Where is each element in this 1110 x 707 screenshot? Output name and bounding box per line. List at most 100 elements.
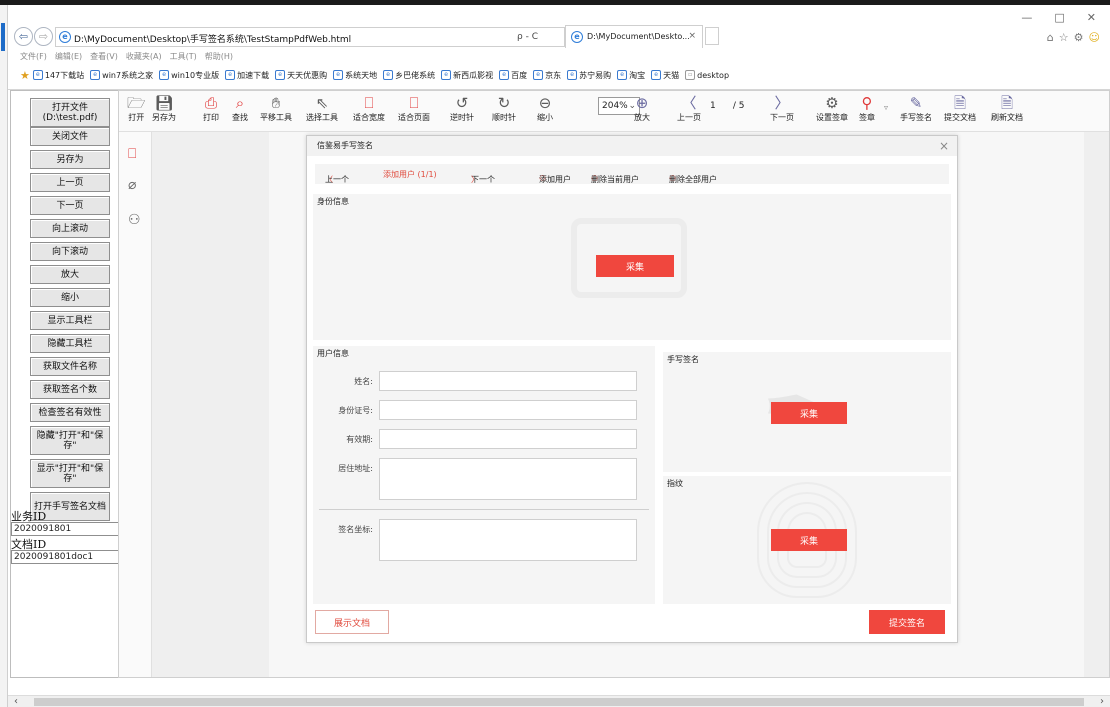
forward-button[interactable]: ⇨ — [34, 27, 53, 46]
minimize-icon[interactable]: — — [1021, 11, 1032, 24]
delete-current-label: 删除当前用户 — [591, 175, 639, 184]
toolbar-zoom-in[interactable]: ⊕ 放大 — [634, 94, 650, 123]
get-signature-count-button[interactable]: 获取签名个数 — [30, 380, 110, 399]
horizontal-scrollbar[interactable]: ‹ › — [8, 695, 1110, 707]
collect-identity-button[interactable]: 采集 — [596, 255, 674, 277]
menu-help[interactable]: 帮助(H) — [205, 52, 233, 61]
favorites-icon[interactable]: ☆ — [1059, 31, 1069, 44]
fav-item[interactable]: e 苏宁易购 — [567, 70, 611, 81]
valid-period-label: 有效期: — [346, 435, 373, 444]
search-refresh-icon[interactable]: ρ - C — [517, 32, 538, 42]
doc-id-field[interactable]: 2020091801doc1 — [11, 550, 129, 564]
close-file-button[interactable]: 关闭文件 — [30, 127, 110, 146]
open-file-button[interactable]: 打开文件 (D:\test.pdf) — [30, 98, 110, 127]
settings-gear-icon[interactable]: ⚙ — [1074, 31, 1084, 44]
toolbar-rotate-ccw[interactable]: ↺ 逆时针 — [450, 94, 474, 123]
hide-open-save-button[interactable]: 隐藏"打开"和"保存" — [30, 426, 110, 455]
toolbar-open[interactable]: 🗁 打开 — [127, 94, 146, 123]
menu-favorites[interactable]: 收藏夹(A) — [126, 52, 162, 61]
hide-toolbar-button[interactable]: 隐藏工具栏 — [30, 334, 110, 353]
fav-item[interactable]: e 新西瓜影视 — [441, 70, 493, 81]
fav-item[interactable]: e 天天优惠购 — [275, 70, 327, 81]
show-toolbar-button[interactable]: 显示工具栏 — [30, 311, 110, 330]
toolbar-sign-settings[interactable]: ⚙ 设置签章 — [816, 94, 848, 123]
toolbar-prev-page[interactable]: 〈上一页 — [677, 94, 701, 123]
valid-period-input[interactable] — [379, 429, 637, 449]
toolbar-stamp[interactable]: ⚲ 签章 — [859, 94, 875, 123]
toolbar-save-as[interactable]: 💾︎ 另存为 — [152, 94, 176, 123]
fav-item[interactable]: e 系统天地 — [333, 70, 377, 81]
toolbar-submit-doc[interactable]: 🗎︎ 提交文档 — [944, 94, 976, 123]
tab-close-icon[interactable]: × — [688, 31, 696, 41]
browser-tab[interactable]: e D:\MyDocument\Deskto... × — [565, 25, 703, 48]
menu-tools[interactable]: 工具(T) — [170, 52, 197, 61]
scroll-down-button[interactable]: 向下滚动 — [30, 242, 110, 261]
scroll-left-icon[interactable]: ‹ — [14, 696, 18, 707]
fav-item[interactable]: e win10专业版 — [159, 70, 219, 81]
fav-item[interactable]: e win7系统之家 — [90, 70, 153, 81]
id-number-input[interactable] — [379, 400, 637, 420]
toolbar-refresh-doc[interactable]: 🗎︎ 刷新文档 — [991, 94, 1023, 123]
toolbar-select-tool[interactable]: ⇖ 选择工具 — [306, 94, 338, 123]
menu-file[interactable]: 文件(F) — [20, 52, 47, 61]
maximize-icon[interactable]: □ — [1054, 11, 1064, 24]
fav-item[interactable]: e 天猫 — [651, 70, 679, 81]
business-id-field[interactable]: 2020091801 — [11, 522, 129, 536]
zoom-out-button[interactable]: 缩小 — [30, 288, 110, 307]
menu-edit[interactable]: 编辑(E) — [55, 52, 82, 61]
prev-page-button[interactable]: 上一页 — [30, 173, 110, 192]
scroll-right-icon[interactable]: › — [1100, 696, 1104, 707]
toolbar-fit-page[interactable]: ⎕ 适合页面 — [398, 94, 430, 123]
submit-signature-button[interactable]: 提交签名 — [869, 610, 945, 634]
zoom-in-button[interactable]: 放大 — [30, 265, 110, 284]
favorites-star-icon[interactable]: ★ — [20, 69, 30, 82]
scroll-up-button[interactable]: 向上滚动 — [30, 219, 110, 238]
toolbar-rotate-cw-label: 顺时针 — [492, 113, 516, 122]
scroll-thumb[interactable] — [34, 698, 1084, 706]
toolbar-find[interactable]: ⌕ 查找 — [232, 94, 248, 123]
feedback-smiley-icon[interactable]: ☺ — [1089, 31, 1100, 44]
menu-view[interactable]: 查看(V) — [90, 52, 118, 61]
toolbar-handwrite[interactable]: ✎ 手写签名 — [900, 94, 932, 123]
bookmark-icon[interactable]: ⎕ — [128, 146, 136, 162]
show-document-button[interactable]: 展示文档 — [315, 610, 389, 634]
fav-item[interactable]: e 百度 — [499, 70, 527, 81]
next-page-button[interactable]: 下一页 — [30, 196, 110, 215]
toolbar-fit-width[interactable]: ⎕ 适合宽度 — [353, 94, 385, 123]
close-window-icon[interactable]: ✕ — [1087, 11, 1096, 24]
fav-item[interactable]: e 乡巴佬系统 — [383, 70, 435, 81]
fav-item[interactable]: e 淘宝 — [617, 70, 645, 81]
home-icon[interactable]: ⌂ — [1047, 31, 1054, 44]
fav-label: 系统天地 — [345, 70, 378, 80]
close-icon[interactable]: × — [939, 139, 949, 153]
fav-item[interactable]: e 147下载站 — [32, 70, 84, 81]
toolbar-save-as-label: 另存为 — [152, 113, 176, 122]
page-indicator[interactable]: 1 / 5 — [710, 101, 745, 111]
get-filename-button[interactable]: 获取文件名称 — [30, 357, 110, 376]
collect-handwrite-button[interactable]: 采集 — [771, 402, 847, 424]
check-signature-validity-button[interactable]: 检查签名有效性 — [30, 403, 110, 422]
attachment-paperclip-icon[interactable]: ⌀ — [128, 177, 136, 193]
toolbar-pan-tool[interactable]: ✋︎ 平移工具 — [260, 94, 292, 123]
name-input[interactable] — [379, 371, 637, 391]
sign-coord-input[interactable] — [379, 519, 637, 561]
stamp-dropdown-icon[interactable]: ▿ — [884, 103, 888, 112]
collect-fingerprint-button[interactable]: 采集 — [771, 529, 847, 551]
browser-right-icons: ⌂ ☆ ⚙ ☺ — [1042, 31, 1100, 44]
new-tab-button[interactable] — [705, 27, 719, 45]
address-bar[interactable]: e D:\MyDocument\Desktop\手写签名系统\TestStamp… — [55, 27, 565, 47]
toolbar-zoom-out[interactable]: ⊖ 缩小 — [537, 94, 553, 123]
fav-item[interactable]: e 京东 — [533, 70, 561, 81]
toolbar-next-page[interactable]: 〉下一页 — [770, 94, 794, 123]
fav-item[interactable]: e 加速下载 — [225, 70, 269, 81]
fav-page-icon: e — [533, 70, 544, 80]
back-button[interactable]: ⇦ — [14, 27, 33, 46]
save-as-button[interactable]: 另存为 — [30, 150, 110, 169]
toolbar-print[interactable]: ⎙ 打印 — [203, 94, 219, 123]
gear-icon: ⚙ — [825, 94, 839, 112]
toolbar-rotate-cw[interactable]: ↻ 顺时针 — [492, 94, 516, 123]
show-open-save-button[interactable]: 显示"打开"和"保存" — [30, 459, 110, 488]
fav-item[interactable]: ▫ desktop — [685, 70, 729, 80]
address-input[interactable] — [379, 458, 637, 500]
signature-user-icon[interactable]: ⚇ — [128, 212, 141, 228]
